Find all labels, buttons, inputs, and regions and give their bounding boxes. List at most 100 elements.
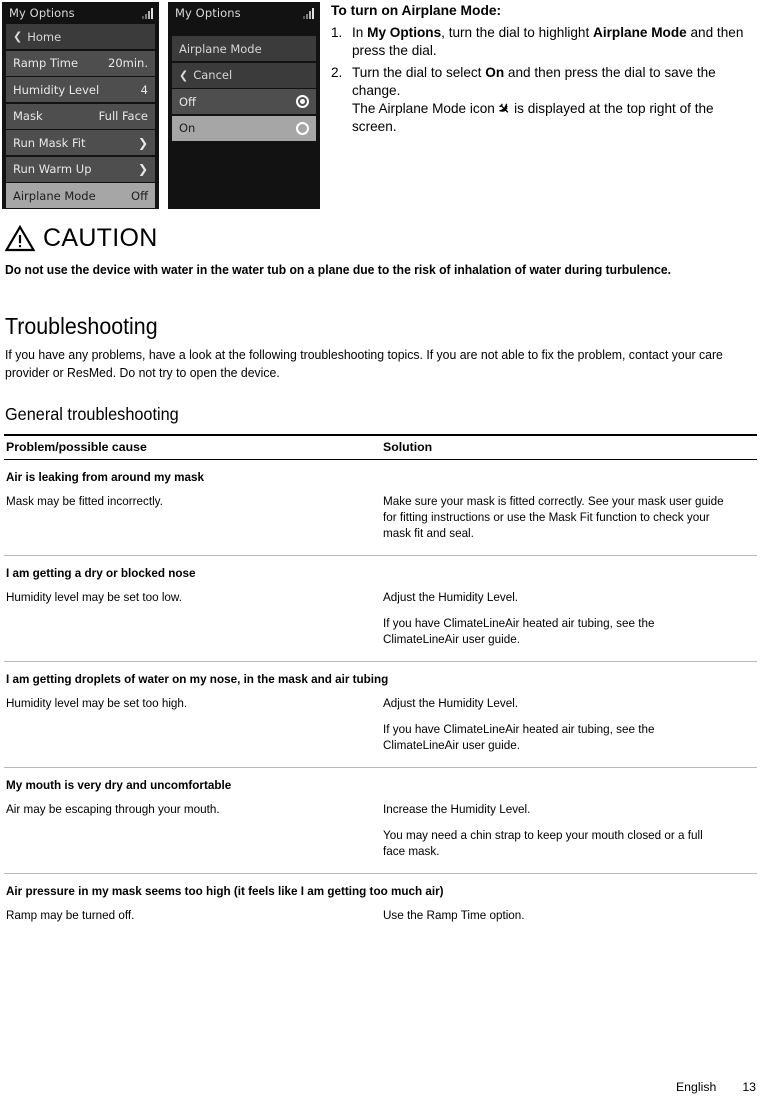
- table-row: Mask may be fitted incorrectly. Make sur…: [4, 487, 757, 556]
- instruction-step-1: 1. In My Options, turn the dial to highl…: [331, 24, 751, 60]
- instructions-block: To turn on Airplane Mode: 1. In My Optio…: [331, 2, 751, 140]
- solution-cell: Make sure your mask is fitted correctly.…: [381, 487, 757, 556]
- table-row: Air may be escaping through your mouth. …: [4, 795, 757, 874]
- screen-title: My Options: [175, 6, 241, 20]
- menu-item-ramp-time[interactable]: Ramp Time 20min.: [6, 50, 155, 76]
- troubleshooting-block: Troubleshooting If you have any problems…: [5, 313, 755, 381]
- emphasis-my-options: My Options: [367, 25, 442, 40]
- emphasis-on: On: [485, 65, 505, 80]
- table-row: Humidity level may be set too low. Adjus…: [4, 583, 757, 662]
- section-heading: I am getting a dry or blocked nose: [6, 566, 196, 580]
- caution-block: CAUTION Do not use the device with water…: [5, 224, 755, 279]
- chevron-right-icon: ❯: [137, 162, 148, 176]
- section-heading: Air pressure in my mask seems too high (…: [6, 884, 444, 898]
- screen-title: My Options: [9, 6, 75, 20]
- menu-item-label: Mask: [13, 109, 43, 123]
- warning-triangle-icon: [5, 225, 35, 252]
- cause-text: Humidity level may be set too high.: [6, 696, 188, 710]
- solution-text: Make sure your mask is fitted correctly.…: [383, 494, 724, 540]
- caution-text: Do not use the device with water in the …: [5, 262, 672, 277]
- screen-header: My Options: [168, 2, 320, 24]
- table-section-heading-row: Air pressure in my mask seems too high (…: [4, 873, 757, 901]
- menu-item-run-warm-up[interactable]: Run Warm Up ❯: [6, 156, 155, 182]
- section-heading: Air is leaking from around my mask: [6, 470, 205, 484]
- menu-item-value: 4: [140, 82, 148, 97]
- table-row: Ramp may be turned off. Use the Ramp Tim…: [4, 901, 757, 937]
- solution-text: Adjust the Humidity Level.: [383, 696, 519, 710]
- airplane-icon: ✈: [493, 98, 514, 119]
- table-row: Humidity level may be set too high. Adju…: [4, 689, 757, 768]
- caution-label: CAUTION: [43, 224, 158, 252]
- chevron-right-icon: ❯: [137, 135, 148, 150]
- solution-text: If you have ClimateLineAir heated air tu…: [383, 722, 655, 752]
- solution-text: Increase the Humidity Level.: [383, 802, 531, 816]
- solution-text: If you have ClimateLineAir heated air tu…: [383, 616, 655, 646]
- footer-page-number: 13: [742, 1080, 756, 1094]
- step-text: Turn the dial to select On and then pres…: [352, 65, 716, 134]
- chevron-left-icon: ❮: [13, 30, 23, 43]
- screen-spacer: [168, 24, 320, 36]
- menu-item-label: Ramp Time: [13, 56, 79, 70]
- step-text: In My Options, turn the dial to highligh…: [352, 25, 744, 58]
- menu-list: Airplane Mode ❮ Cancel Off On: [168, 36, 320, 141]
- solution-text: You may need a chin strap to keep your m…: [383, 828, 703, 858]
- cause-text: Humidity level may be set too low.: [6, 590, 182, 604]
- table-section-heading-row: I am getting a dry or blocked nose: [4, 555, 757, 583]
- radio-unselected-icon[interactable]: [296, 121, 309, 135]
- menu-item-mask[interactable]: Mask Full Face: [6, 103, 155, 129]
- screen-header: My Options: [2, 2, 159, 24]
- menu-item-label: On: [179, 121, 196, 135]
- caution-heading: CAUTION: [5, 224, 755, 253]
- page-footer: English 13: [676, 1080, 756, 1094]
- menu-item-on[interactable]: On: [172, 115, 316, 141]
- menu-list: ❮ Home Ramp Time 20min. Humidity Level 4…: [2, 24, 159, 208]
- menu-item-label: Off: [179, 94, 196, 109]
- column-header-solution: Solution: [381, 434, 757, 460]
- troubleshooting-title: Troubleshooting: [5, 313, 158, 339]
- footer-language: English: [675, 1080, 717, 1094]
- cause-text: Mask may be fitted incorrectly.: [6, 494, 163, 508]
- menu-item-label: Airplane Mode: [13, 188, 96, 203]
- menu-title-airplane-mode: Airplane Mode: [172, 36, 316, 61]
- device-screen-airplane-mode: My Options Airplane Mode ❮ Cancel Off On: [168, 2, 320, 209]
- solution-cell: Adjust the Humidity Level. If you have C…: [381, 583, 757, 662]
- solution-cell: Adjust the Humidity Level. If you have C…: [381, 689, 757, 768]
- emphasis-airplane-mode: Airplane Mode: [593, 25, 687, 40]
- menu-item-airplane-mode[interactable]: Airplane Mode Off: [6, 183, 155, 208]
- troubleshooting-table: Problem/possible cause Solution Air is l…: [4, 434, 757, 937]
- menu-item-label: Humidity Level: [13, 82, 100, 97]
- signal-bars-icon: [142, 7, 153, 19]
- solution-text: Use the Ramp Time option.: [383, 908, 525, 922]
- menu-item-run-mask-fit[interactable]: Run Mask Fit ❯: [6, 130, 155, 155]
- general-troubleshooting-subtitle: General troubleshooting: [5, 404, 179, 424]
- instruction-step-2: 2. Turn the dial to select On and then p…: [331, 64, 751, 136]
- radio-selected-icon[interactable]: [296, 95, 309, 108]
- table-section-heading-row: I am getting droplets of water on my nos…: [4, 661, 757, 689]
- solution-cell: Increase the Humidity Level. You may nee…: [381, 795, 757, 874]
- menu-item-value: 20min.: [108, 56, 148, 70]
- signal-bars-icon: [303, 7, 314, 19]
- solution-cell: Use the Ramp Time option.: [381, 901, 757, 937]
- menu-item-humidity-level[interactable]: Humidity Level 4: [6, 77, 155, 102]
- menu-item-off[interactable]: Off: [172, 89, 316, 114]
- menu-item-label: Cancel: [193, 68, 233, 82]
- menu-item-value: Full Face: [98, 109, 148, 123]
- solution-text: Adjust the Humidity Level.: [383, 590, 519, 604]
- menu-item-home[interactable]: ❮ Home: [6, 24, 155, 49]
- menu-item-label: Airplane Mode: [179, 41, 262, 56]
- menu-item-label: Home: [27, 29, 62, 44]
- column-header-problem: Problem/possible cause: [4, 434, 381, 460]
- section-heading: My mouth is very dry and uncomfortable: [6, 778, 232, 792]
- section-heading: I am getting droplets of water on my nos…: [6, 672, 389, 686]
- menu-item-value: Off: [131, 188, 148, 203]
- table-section-heading-row: Air is leaking from around my mask: [4, 460, 757, 488]
- table-section-heading-row: My mouth is very dry and uncomfortable: [4, 767, 757, 795]
- menu-item-cancel[interactable]: ❮ Cancel: [172, 62, 316, 88]
- device-screen-my-options: My Options ❮ Home Ramp Time 20min. Humid…: [2, 2, 159, 209]
- troubleshooting-intro: If you have any problems, have a look at…: [5, 347, 723, 380]
- cause-text: Ramp may be turned off.: [6, 908, 135, 922]
- instructions-heading: To turn on Airplane Mode:: [331, 3, 502, 18]
- table-header-row: Problem/possible cause Solution: [4, 434, 757, 460]
- step-number: 1.: [331, 25, 343, 40]
- chevron-left-icon: ❮: [179, 68, 189, 82]
